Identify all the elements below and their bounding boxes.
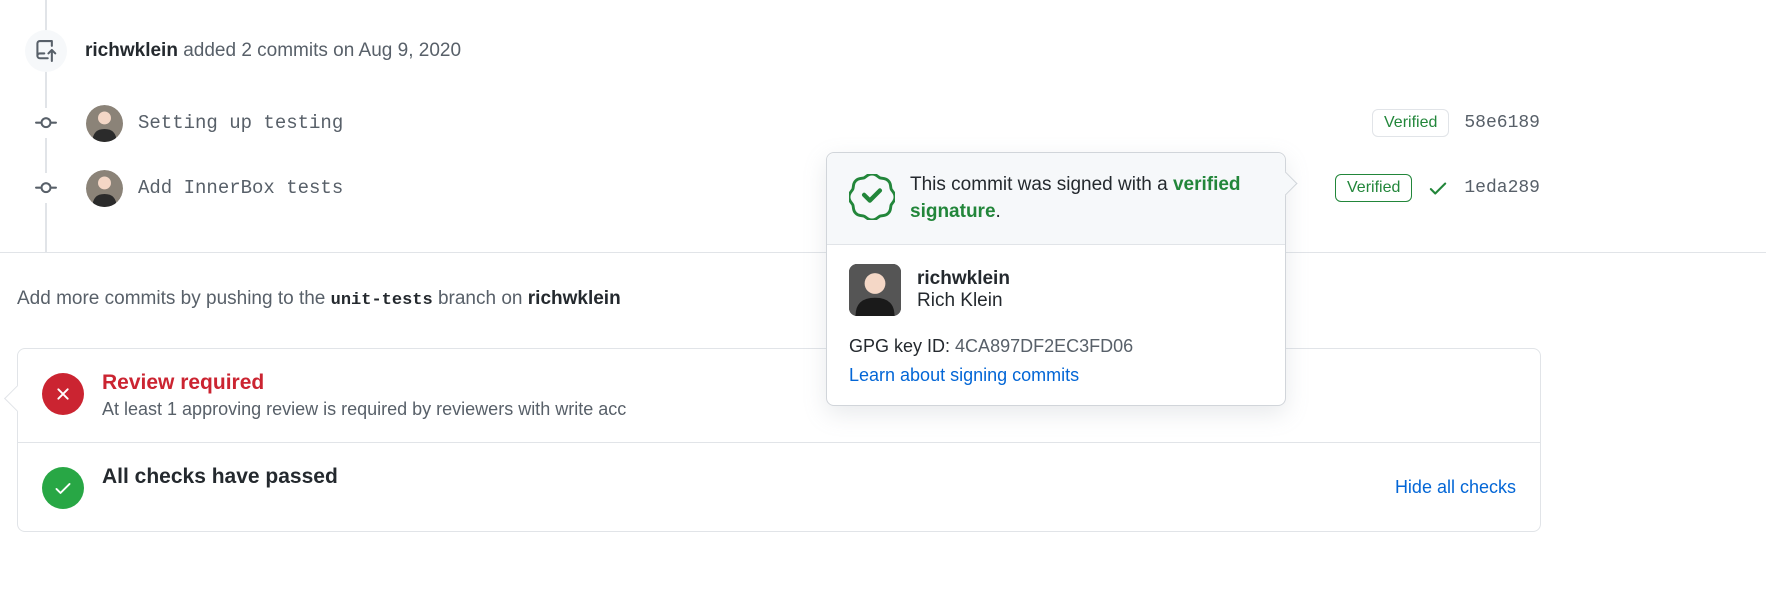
commit-marker-icon	[30, 173, 62, 203]
push-date: on Aug 9, 2020	[333, 40, 461, 61]
repo-name: richwklein	[528, 288, 621, 309]
check-icon[interactable]	[1427, 177, 1449, 199]
push-user-link[interactable]: richwklein	[85, 40, 178, 61]
hide-checks-link[interactable]: Hide all checks	[1395, 477, 1516, 498]
signer-row: richwklein Rich Klein	[849, 264, 1263, 316]
checks-section: All checks have passed Hide all checks	[18, 443, 1540, 531]
signature-popover: This commit was signed with a verified s…	[826, 152, 1286, 406]
verified-badge[interactable]: Verified	[1372, 109, 1449, 137]
checks-title: All checks have passed	[102, 465, 1377, 489]
learn-signing-link[interactable]: Learn about signing commits	[849, 365, 1263, 386]
commit-meta: Verified 58e6189	[1372, 109, 1540, 137]
commit-meta: Verified 1eda289	[1335, 174, 1540, 202]
push-event-text: richwklein added 2 commits on Aug 9, 202…	[85, 40, 461, 62]
push-hint: Add more commits by pushing to the unit-…	[17, 288, 621, 310]
verified-badge[interactable]: Verified	[1335, 174, 1412, 202]
popover-body: richwklein Rich Klein GPG key ID: 4CA897…	[827, 245, 1285, 405]
review-required-section: Review required At least 1 approving rev…	[18, 349, 1540, 443]
popover-header: This commit was signed with a verified s…	[827, 153, 1285, 245]
checks-text: All checks have passed	[102, 465, 1377, 489]
review-subtitle: At least 1 approving review is required …	[102, 399, 1516, 420]
avatar[interactable]	[849, 264, 901, 316]
popover-period: .	[996, 201, 1001, 222]
push-hint-prefix: Add more commits by pushing to the	[17, 288, 325, 309]
avatar[interactable]	[86, 170, 123, 207]
commit-sha-link[interactable]: 1eda289	[1464, 178, 1540, 198]
avatar[interactable]	[86, 105, 123, 142]
popover-heading-text: This commit was signed with a verified s…	[910, 172, 1263, 225]
review-text: Review required At least 1 approving rev…	[102, 371, 1516, 420]
push-event-header: richwklein added 2 commits on Aug 9, 202…	[25, 30, 461, 72]
gpg-key-label: GPG key ID:	[849, 336, 950, 356]
repo-push-icon	[25, 30, 67, 72]
commit-row: Add InnerBox tests Verified 1eda289	[30, 168, 1540, 208]
check-circle-icon	[42, 467, 84, 509]
commit-marker-icon	[30, 108, 62, 138]
commit-message-link[interactable]: Setting up testing	[138, 112, 1372, 134]
signer-username[interactable]: richwklein	[917, 268, 1010, 290]
merge-status-box: Review required At least 1 approving rev…	[17, 348, 1541, 532]
x-icon	[42, 373, 84, 415]
push-action: added 2 commits	[183, 40, 328, 61]
gpg-key-row: GPG key ID: 4CA897DF2EC3FD06	[849, 336, 1263, 357]
push-hint-middle: branch on	[438, 288, 523, 309]
popover-line1: This commit was signed with a	[910, 174, 1168, 195]
verified-seal-icon	[849, 174, 895, 223]
commit-sha-link[interactable]: 58e6189	[1464, 113, 1540, 133]
review-title: Review required	[102, 371, 1516, 395]
commit-row: Setting up testing Verified 58e6189	[30, 103, 1540, 143]
signer-realname: Rich Klein	[917, 290, 1010, 312]
branch-name: unit-tests	[331, 291, 433, 310]
signer-names: richwklein Rich Klein	[917, 268, 1010, 312]
gpg-key-id: 4CA897DF2EC3FD06	[955, 336, 1133, 356]
